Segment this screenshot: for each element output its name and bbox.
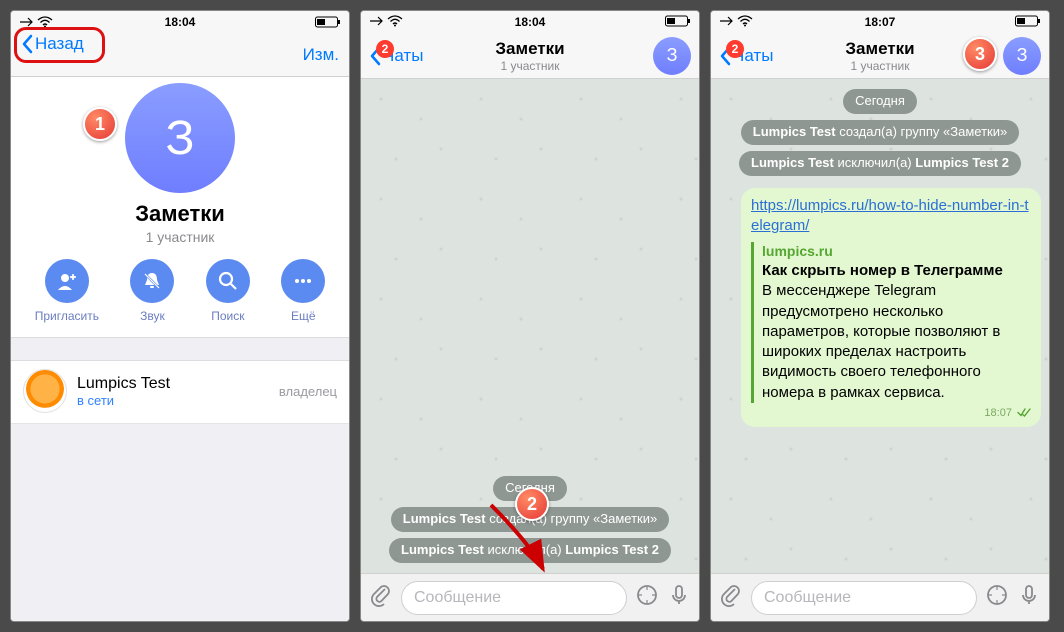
invite-label: Пригласить [35, 309, 99, 323]
sticker-icon[interactable] [635, 583, 659, 612]
member-row[interactable]: Lumpics Test в сети владелец [11, 361, 349, 424]
input-bar: Сообщение [361, 573, 699, 621]
member-role: владелец [279, 384, 337, 399]
battery-icon [665, 15, 691, 30]
sticker-icon[interactable] [985, 583, 1009, 612]
airplane-icon [19, 16, 33, 28]
search-label: Поиск [211, 309, 244, 323]
status-bar: 18:04 [361, 11, 699, 33]
sys-msg-excluded: Lumpics Test исключил(а) Lumpics Test 2 [389, 538, 671, 563]
attach-icon[interactable] [369, 583, 393, 612]
chat-title: Заметки [845, 39, 914, 59]
more-label: Ещё [291, 309, 316, 323]
wifi-icon [387, 15, 403, 30]
message-link[interactable]: https://lumpics.ru/how-to-hide-number-in… [751, 197, 1029, 234]
edit-button[interactable]: Изм. [303, 45, 339, 65]
bell-mute-icon [130, 259, 174, 303]
chat-title-block[interactable]: Заметки 1 участник [845, 39, 914, 73]
preview-title: Как скрыть номер в Телеграмме [762, 261, 1031, 281]
preview-site: lumpics.ru [762, 242, 1031, 261]
back-label: Назад [35, 34, 84, 54]
message-input[interactable]: Сообщение [401, 581, 627, 615]
search-icon [206, 259, 250, 303]
invite-button[interactable]: Пригласить [35, 259, 99, 323]
input-bar: Сообщение [711, 573, 1049, 621]
group-title: Заметки [11, 201, 349, 227]
message-placeholder: Сообщение [414, 589, 501, 607]
unread-badge: 2 [726, 40, 744, 58]
message-placeholder: Сообщение [764, 589, 851, 607]
chat-subtitle: 1 участник [495, 59, 564, 73]
nav-bar: Назад Изм. [11, 33, 349, 77]
chat-body[interactable]: Сегодня Lumpics Test создал(а) группу «З… [711, 79, 1049, 573]
status-bar: 18:07 [711, 11, 1049, 33]
mic-icon[interactable] [1017, 583, 1041, 612]
sys-msg-created: Lumpics Test создал(а) группу «Заметки» [741, 120, 1019, 145]
back-chats-button[interactable]: Чаты 2 [369, 46, 423, 66]
step-marker-1: 1 [83, 107, 117, 141]
step-marker-2: 2 [515, 487, 549, 521]
status-time: 18:04 [165, 15, 196, 29]
sys-date: Сегодня [843, 89, 917, 114]
status-time: 18:07 [865, 15, 896, 29]
mic-icon[interactable] [667, 583, 691, 612]
group-subtitle: 1 участник [11, 229, 349, 245]
member-avatar [23, 369, 67, 413]
back-button[interactable]: Назад [21, 34, 84, 54]
panel-chat-message: 18:07 Чаты 2 Заметки 1 участник 3 З Сего… [710, 10, 1050, 622]
member-name: Lumpics Test [77, 375, 269, 393]
preview-desc: В мессенджере Telegram предусмотрено нес… [762, 281, 1031, 403]
chat-subtitle: 1 участник [845, 59, 914, 73]
sys-msg-excluded: Lumpics Test исключил(а) Lumpics Test 2 [739, 151, 1021, 176]
wifi-icon [37, 16, 53, 28]
link-preview[interactable]: lumpics.ru Как скрыть номер в Телеграмме… [751, 242, 1031, 403]
sound-label: Звук [140, 309, 165, 323]
battery-icon [1015, 15, 1041, 30]
section-separator [11, 337, 349, 361]
message-input[interactable]: Сообщение [751, 581, 977, 615]
more-button[interactable]: Ещё [281, 259, 325, 323]
attach-icon[interactable] [719, 583, 743, 612]
chat-header: Чаты 2 Заметки 1 участник 3 З [711, 33, 1049, 79]
empty-area [11, 424, 349, 621]
member-status: в сети [77, 393, 269, 408]
read-checks-icon [1017, 408, 1031, 417]
sound-button[interactable]: Звук [130, 259, 174, 323]
back-chats-button[interactable]: Чаты 2 [719, 46, 773, 66]
status-bar: 18:04 [11, 11, 349, 33]
status-time: 18:04 [515, 15, 546, 29]
message-bubble[interactable]: https://lumpics.ru/how-to-hide-number-in… [741, 188, 1041, 427]
search-button[interactable]: Поиск [206, 259, 250, 323]
message-meta: 18:07 [751, 406, 1031, 421]
action-row: Пригласить Звук Поиск Ещё [11, 259, 349, 337]
chat-title: Заметки [495, 39, 564, 59]
battery-icon [315, 16, 341, 28]
add-user-icon [45, 259, 89, 303]
airplane-icon [719, 15, 733, 30]
chat-avatar[interactable]: З [653, 37, 691, 75]
chat-avatar[interactable]: З [1003, 37, 1041, 75]
wifi-icon [737, 15, 753, 30]
chat-title-block[interactable]: Заметки 1 участник [495, 39, 564, 73]
more-icon [281, 259, 325, 303]
chat-header: Чаты 2 Заметки 1 участник З [361, 33, 699, 79]
group-avatar[interactable]: З [125, 83, 235, 193]
panel-profile: 18:04 Назад Изм. З 1 Заметки 1 участник … [10, 10, 350, 622]
step-marker-3: 3 [963, 37, 997, 71]
chat-body[interactable]: Сегодня Lumpics Test создал(а) группу «З… [361, 79, 699, 573]
airplane-icon [369, 15, 383, 30]
highlight-back: Назад [14, 27, 105, 63]
panel-chat-empty: 18:04 Чаты 2 Заметки 1 участник З Сегодн… [360, 10, 700, 622]
unread-badge: 2 [376, 40, 394, 58]
